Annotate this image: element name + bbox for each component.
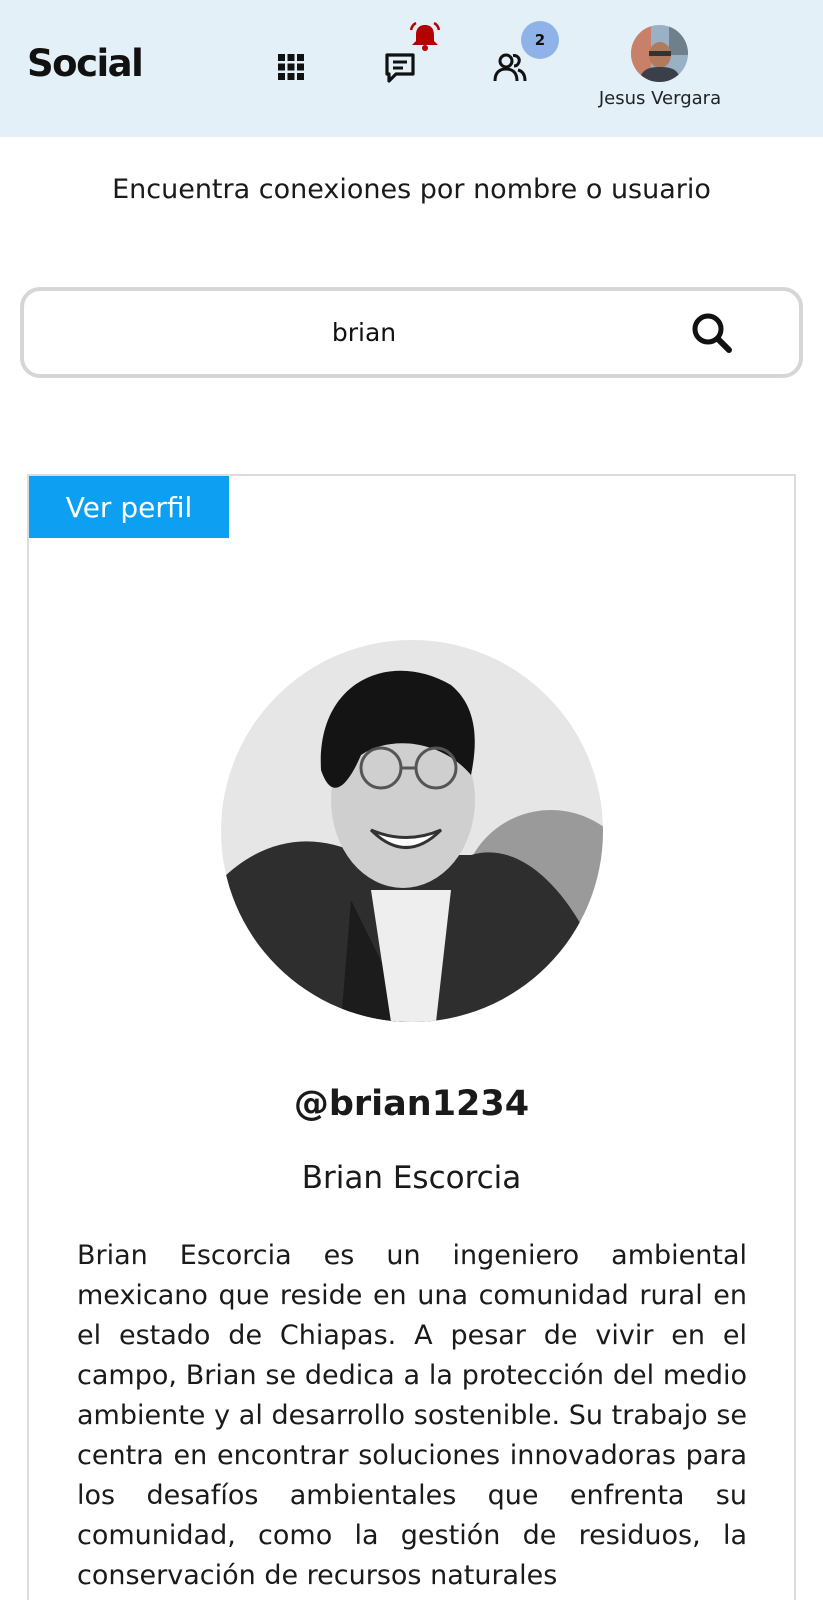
bell-icon[interactable] [408, 22, 442, 52]
user-name[interactable]: Jesus Vergara [580, 88, 740, 109]
view-profile-button[interactable]: Ver perfil [29, 476, 229, 538]
search-input[interactable] [24, 291, 664, 374]
apps-grid-icon[interactable] [276, 52, 306, 82]
search-box [20, 287, 803, 378]
profile-photo[interactable] [221, 640, 603, 1022]
profile-bio: Brian Escorcia es un ingeniero ambiental… [77, 1240, 747, 1591]
profile-full-name: Brian Escorcia [301, 1160, 522, 1196]
friend-requests-badge[interactable]: 2 [521, 21, 559, 59]
chat-icon[interactable] [383, 51, 417, 85]
app-logo[interactable]: Social [27, 42, 144, 85]
profile-result-card: Ver perfil @brian1234 Brian Escorcia Bri… [27, 474, 796, 1600]
profile-handle: @brian1234 [293, 1084, 530, 1124]
friends-icon[interactable] [492, 50, 528, 84]
search-heading: Encuentra conexiones por nombre o usuari… [112, 174, 711, 205]
search-icon[interactable] [687, 308, 737, 358]
top-navigation-bar: Social 2 Jesus Vergara [0, 0, 823, 137]
user-avatar[interactable] [631, 25, 688, 82]
